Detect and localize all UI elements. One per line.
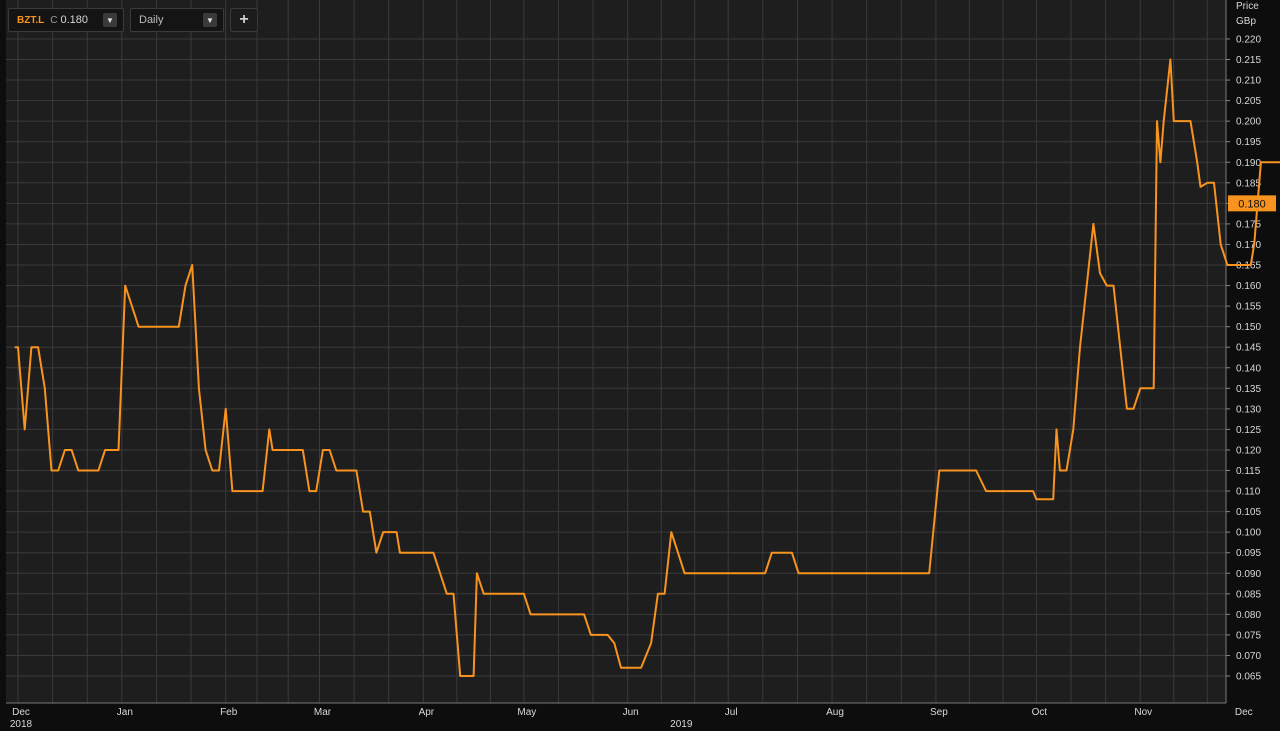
x-tick-label: Sep [930,707,948,718]
close-prefix: C [50,14,58,26]
y-tick-label: 0.125 [1236,425,1261,436]
y-tick-label: 0.220 [1236,34,1261,45]
y-tick-label: 0.160 [1236,281,1261,292]
y-tick-label: 0.205 [1236,96,1261,107]
chevron-down-icon[interactable]: ▼ [103,13,117,27]
y-tick-label: 0.170 [1236,240,1261,251]
y-tick-label: 0.145 [1236,343,1261,354]
y-tick-label: 0.095 [1236,548,1261,559]
x-tick-label: Jan [117,707,133,718]
x-tick-label: Apr [419,707,435,718]
y-tick-label: 0.155 [1236,302,1261,313]
y-tick-label: 0.075 [1236,630,1261,641]
currency-axis-title: GBp [1236,16,1257,27]
period-label: Daily [139,14,164,26]
x-tick-label: Oct [1032,707,1048,718]
y-tick-label: 0.210 [1236,76,1261,87]
y-tick-label: 0.135 [1236,384,1261,395]
y-tick-label: 0.105 [1236,507,1261,518]
y-tick-label: 0.100 [1236,528,1261,539]
y-tick-label: 0.115 [1236,466,1261,477]
y-tick-label: 0.090 [1236,569,1261,580]
price-axis-title: Price [1236,1,1259,12]
x-tick-label: Jun [623,707,639,718]
y-tick-label: 0.215 [1236,55,1261,66]
x-tick-label: Mar [314,707,332,718]
y-tick-label: 0.175 [1236,219,1261,230]
x-tick-label: Jul [725,707,738,718]
y-tick-label: 0.150 [1236,322,1261,333]
y-tick-label: 0.195 [1236,137,1261,148]
symbol-label: BZT.L [17,14,45,26]
y-tick-label: 0.120 [1236,445,1261,456]
x-year-label: 2018 [10,719,33,730]
y-tick-label: 0.085 [1236,589,1261,600]
x-tick-label: Aug [826,707,844,718]
add-symbol-button[interactable]: + [230,8,258,32]
y-tick-label: 0.185 [1236,178,1261,189]
y-tick-label: 0.140 [1236,363,1261,374]
chart-toolbar: BZT.L C 0.180 ▼ Daily ▼ + [8,8,258,32]
y-tick-label: 0.110 [1236,487,1261,498]
x-tick-label: Nov [1134,707,1152,718]
last-price-label: 0.180 [1238,198,1266,210]
y-tick-label: 0.080 [1236,610,1261,621]
symbol-selector[interactable]: BZT.L C 0.180 ▼ [8,8,124,32]
chevron-down-icon[interactable]: ▼ [203,13,217,27]
y-tick-label: 0.065 [1236,672,1261,683]
y-tick-label: 0.070 [1236,651,1261,662]
y-tick-label: 0.190 [1236,158,1261,169]
x-tick-label: Dec [12,707,30,718]
x-tick-label: May [517,707,536,718]
price-chart[interactable]: 0.065 0.070 0.075 0.080 0.085 0.090 0.095 0.100… [0,0,1280,731]
period-selector[interactable]: Daily ▼ [130,8,224,32]
x-tick-label: Dec [1235,707,1253,718]
y-tick-label: 0.130 [1236,404,1261,415]
plot-area [6,0,1226,703]
x-tick-label: Feb [220,707,238,718]
x-year-label: 2019 [670,719,693,730]
close-value: 0.180 [60,14,88,26]
y-tick-label: 0.200 [1236,117,1261,128]
